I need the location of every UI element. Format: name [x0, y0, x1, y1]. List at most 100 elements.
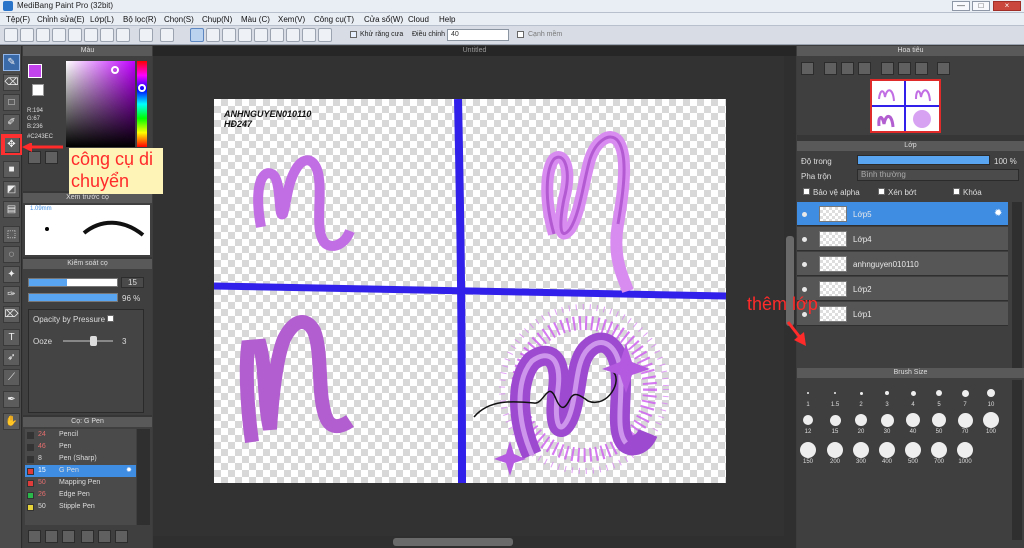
canvas-horizontal-scrollbar[interactable]	[153, 536, 784, 548]
layer-row-lop4[interactable]: Lớp4	[797, 227, 1008, 251]
brush-item-g-pen[interactable]: 15 G Pen ✹	[25, 465, 136, 477]
layer-row-anhnguyen[interactable]: anhnguyen010110	[797, 252, 1008, 276]
menu-edit[interactable]: Chỉnh sửa(E)	[37, 15, 85, 24]
hand-tool[interactable]: ✋	[3, 413, 20, 430]
brush-size-dot[interactable]	[931, 442, 947, 458]
brush-size-dot[interactable]	[936, 390, 942, 396]
foreground-color-swatch[interactable]	[28, 64, 42, 78]
brush-size-dot[interactable]	[910, 390, 916, 396]
operation-tool[interactable]: ➶	[3, 349, 20, 366]
brush-tool[interactable]: ✎	[3, 54, 20, 71]
layer-opacity-slider[interactable]	[857, 155, 990, 165]
visibility-eye-icon[interactable]	[802, 212, 807, 217]
blend-mode-select[interactable]: Bình thường	[857, 169, 1019, 181]
undo-icon[interactable]	[139, 28, 153, 42]
brush-size-dot[interactable]	[961, 389, 969, 397]
menu-cloud[interactable]: Cloud	[408, 15, 429, 24]
menu-layer[interactable]: Lớp(L)	[90, 15, 114, 24]
brush-size-dot[interactable]	[855, 414, 867, 426]
bucket-tool[interactable]: ◩	[3, 181, 20, 198]
brush-item-pen-sharp[interactable]: 8 Pen (Sharp)	[25, 453, 136, 465]
brush-item-stipple-pen[interactable]: 50 Stipple Pen	[25, 501, 136, 513]
close-button[interactable]: ×	[993, 1, 1021, 11]
brush-size-dot[interactable]	[905, 442, 921, 458]
brush-delete-icon[interactable]	[115, 530, 128, 543]
menu-filter[interactable]: Bộ lọc(R)	[123, 15, 156, 24]
select-tool[interactable]: ⬚	[3, 226, 20, 243]
brush-size-scrollbar[interactable]	[1012, 380, 1022, 540]
snap-settings-icon[interactable]	[318, 28, 332, 42]
brush-size-dot[interactable]	[859, 391, 863, 395]
fill-shape-tool[interactable]: ■	[3, 161, 20, 178]
maximize-button[interactable]: □	[972, 1, 990, 11]
menu-file[interactable]: Tệp(F)	[6, 15, 30, 24]
lasso-tool[interactable]: ◌	[3, 246, 20, 263]
canvas-tab[interactable]: Untitled	[153, 46, 796, 56]
brush-settings-icon[interactable]: ✹	[126, 465, 132, 477]
antialias-checkbox[interactable]	[350, 31, 357, 38]
snap-vanish-icon[interactable]	[302, 28, 316, 42]
snap-circle-icon[interactable]	[270, 28, 284, 42]
rotate-left-icon[interactable]	[881, 62, 894, 75]
magic-wand-tool[interactable]: ✦	[3, 266, 20, 283]
export-icon[interactable]	[100, 28, 114, 42]
new-file-icon[interactable]	[20, 28, 34, 42]
brush-opacity-slider[interactable]	[28, 293, 118, 302]
protect-alpha-checkbox[interactable]	[803, 188, 810, 195]
ooze-slider-knob[interactable]	[90, 336, 97, 346]
snap-radial-icon[interactable]	[254, 28, 268, 42]
select-eraser-tool[interactable]: ⌦	[3, 306, 20, 323]
brush-size-dot[interactable]	[906, 413, 920, 427]
visibility-eye-icon[interactable]	[802, 287, 807, 292]
zoom-in-icon[interactable]	[801, 62, 814, 75]
ooze-slider[interactable]	[63, 340, 113, 342]
brush-size-dot[interactable]	[880, 413, 894, 427]
brush-size-dot[interactable]	[885, 391, 889, 395]
menu-capture[interactable]: Chụp(N)	[202, 15, 232, 24]
flip-icon[interactable]	[937, 62, 950, 75]
layer-settings-gear-icon[interactable]: ✹	[994, 208, 1002, 219]
text-tool[interactable]: T	[3, 329, 20, 346]
zoom-plus-icon[interactable]	[824, 62, 837, 75]
color-saturation-picker[interactable]	[66, 61, 135, 147]
visibility-eye-icon[interactable]	[802, 237, 807, 242]
upload-icon[interactable]	[36, 28, 50, 42]
menu-window[interactable]: Cửa sổ(W)	[364, 15, 403, 24]
brush-size-dot[interactable]	[800, 442, 816, 458]
eyedropper-tool[interactable]: ✒	[3, 391, 20, 408]
brush-size-value[interactable]: 15	[121, 277, 144, 288]
menu-view[interactable]: Xem(V)	[278, 15, 305, 24]
settings-icon[interactable]	[116, 28, 130, 42]
brush-copy-icon[interactable]	[62, 530, 75, 543]
snap-curve-icon[interactable]	[286, 28, 300, 42]
select-brush-tool[interactable]: ✑	[3, 286, 20, 303]
no-snap-icon[interactable]	[190, 28, 204, 42]
brush-item-edge-pen[interactable]: 26 Edge Pen	[25, 489, 136, 501]
brush-size-dot[interactable]	[827, 442, 843, 458]
cloud-icon[interactable]	[4, 28, 18, 42]
brush-size-dot[interactable]	[807, 392, 809, 394]
hue-slider[interactable]	[137, 61, 147, 147]
add-brush-icon[interactable]	[28, 530, 41, 543]
snap-line-icon[interactable]	[238, 28, 252, 42]
navigator-thumbnail[interactable]	[870, 79, 941, 133]
eraser-tool[interactable]: ⌫	[3, 74, 20, 91]
chat-icon[interactable]	[68, 28, 82, 42]
background-color-swatch[interactable]	[32, 84, 44, 96]
lock-checkbox[interactable]	[953, 188, 960, 195]
hue-slider-knob[interactable]	[138, 84, 146, 92]
brush-size-dot[interactable]	[834, 392, 836, 394]
layer-row-lop2[interactable]: Lớp2	[797, 277, 1008, 301]
canvas-horizontal-scroll-thumb[interactable]	[393, 538, 513, 546]
menu-tools[interactable]: Công cụ(T)	[314, 15, 354, 24]
menu-help[interactable]: Help	[439, 15, 455, 24]
zoom-out-icon[interactable]	[858, 62, 871, 75]
brush-folder-icon[interactable]	[45, 530, 58, 543]
opacity-pressure-checkbox[interactable]	[107, 315, 114, 322]
adjust-select[interactable]: 40	[447, 29, 509, 41]
snap-parallel-icon[interactable]	[206, 28, 220, 42]
dot-tool[interactable]: □	[3, 94, 20, 111]
minimize-button[interactable]: —	[952, 1, 970, 11]
gradient-tool[interactable]: ▤	[3, 201, 20, 218]
layer-row-lop1[interactable]: Lớp1	[797, 302, 1008, 326]
